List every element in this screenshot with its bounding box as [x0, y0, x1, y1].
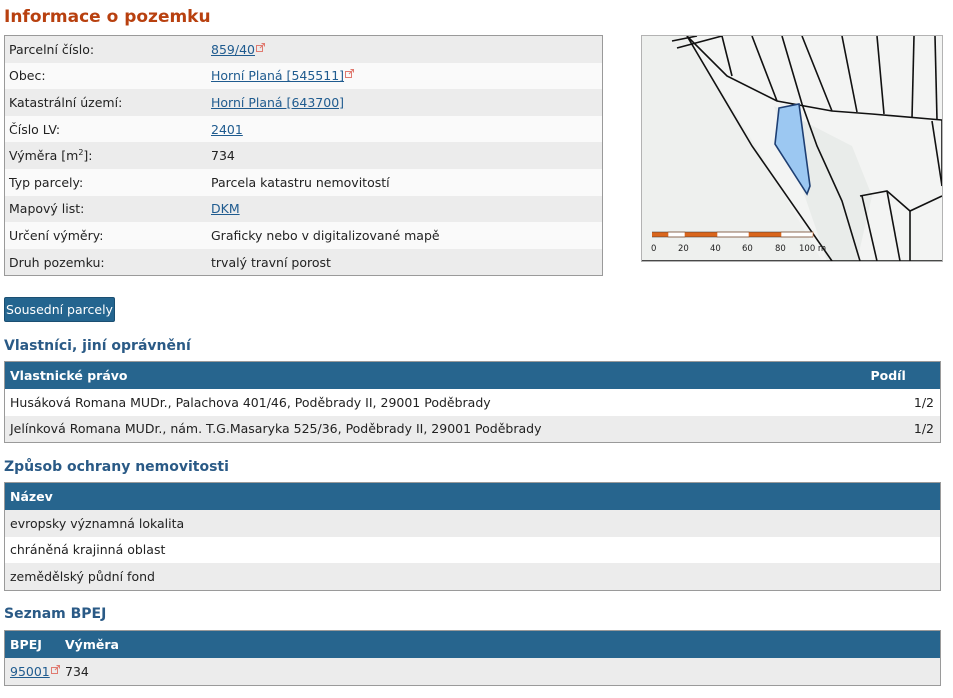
info-label: Mapový list:: [4, 195, 207, 223]
column-header-name: Název: [4, 482, 941, 510]
column-header-share: Podíl: [865, 361, 941, 389]
parcel-map[interactable]: 0 20 40 60 80 100 m: [641, 35, 943, 262]
column-header-owner: Vlastnické právo: [4, 361, 866, 389]
table-header-row: Vlastnické právo Podíl: [4, 361, 941, 389]
selected-parcel[interactable]: [774, 103, 811, 196]
info-label: Výměra [m2]:: [4, 142, 207, 169]
map-sheet-link[interactable]: DKM: [211, 201, 240, 216]
external-link-icon: [255, 42, 265, 52]
owner-share: 1/2: [865, 415, 941, 443]
info-value: DKM: [207, 195, 603, 223]
scale-label: 80: [775, 244, 786, 254]
info-label: Druh pozemku:: [4, 248, 207, 276]
protection-table: Název evropsky významná lokalita chráněn…: [4, 482, 941, 591]
bpej-code: 95001: [4, 658, 60, 685]
table-row: evropsky významná lokalita: [4, 510, 941, 537]
protection-name: chráněná krajinná oblast: [4, 536, 941, 563]
info-value: Parcela katastru nemovitostí: [207, 168, 603, 196]
parcel-map-drawing: 0 20 40 60 80 100 m: [642, 36, 942, 261]
info-row-map-sheet: Mapový list: DKM: [4, 195, 603, 223]
owner-name: Husáková Romana MUDr., Palachova 401/46,…: [4, 389, 866, 416]
info-label: Parcelní číslo:: [4, 35, 207, 63]
protection-name: zemědělský půdní fond: [4, 563, 941, 590]
owners-section-title: Vlastníci, jiní oprávnění: [4, 338, 191, 354]
info-label: Obec:: [4, 62, 207, 90]
cadastral-area-link[interactable]: Horní Planá [643700]: [211, 95, 344, 110]
info-label: Typ parcely:: [4, 168, 207, 196]
info-label: Číslo LV:: [4, 115, 207, 143]
page-title: Informace o pozemku: [4, 7, 211, 27]
info-row-parcel-type: Typ parcely: Parcela katastru nemovitost…: [4, 168, 603, 196]
table-row: zemědělský půdní fond: [4, 563, 941, 590]
info-value: 734: [207, 142, 603, 169]
table-header-row: Název: [4, 482, 941, 510]
info-value: Horní Planá [545511]: [207, 62, 603, 90]
map-scale-bar: [652, 231, 814, 238]
info-value: 2401: [207, 115, 603, 143]
external-link-icon: [50, 664, 60, 674]
scale-label: 100 m: [799, 244, 826, 254]
protection-section-title: Způsob ochrany nemovitosti: [4, 459, 229, 475]
info-value: Graficky nebo v digitalizované mapě: [207, 222, 603, 249]
scale-label: 0: [651, 244, 656, 254]
info-row-area-determination: Určení výměry: Graficky nebo v digitaliz…: [4, 222, 603, 249]
scale-label: 20: [678, 244, 689, 254]
info-row-lv-number: Číslo LV: 2401: [4, 115, 603, 143]
owners-table: Vlastnické právo Podíl Husáková Romana M…: [4, 361, 941, 443]
info-value: trvalý travní porost: [207, 248, 603, 276]
municipality-link[interactable]: Horní Planá [545511]: [211, 68, 344, 83]
info-row-municipality: Obec: Horní Planá [545511]: [4, 62, 603, 90]
column-header-bpej: BPEJ: [4, 630, 60, 658]
table-row: Husáková Romana MUDr., Palachova 401/46,…: [4, 389, 941, 416]
info-label: Určení výměry:: [4, 222, 207, 249]
external-link-icon: [345, 69, 355, 79]
info-value: 859/40: [207, 35, 603, 63]
owner-share: 1/2: [865, 389, 941, 416]
table-row: chráněná krajinná oblast: [4, 536, 941, 563]
area-label-text: Výměra [m: [9, 148, 79, 164]
info-value: Horní Planá [643700]: [207, 89, 603, 116]
parcel-number-link[interactable]: 859/40: [211, 42, 255, 57]
lv-number-link[interactable]: 2401: [211, 122, 243, 137]
table-header-row: BPEJ Výměra: [4, 630, 941, 658]
protection-name: evropsky významná lokalita: [4, 510, 941, 537]
parcel-info-table: Parcelní číslo: 859/40 Obec: Horní Planá…: [4, 35, 603, 277]
scale-label: 60: [742, 244, 753, 254]
neighbor-parcels-button[interactable]: Sousední parcely: [4, 297, 115, 322]
bpej-table: BPEJ Výměra 95001 734: [4, 630, 941, 686]
bpej-code-link[interactable]: 95001: [10, 664, 50, 679]
bpej-section-title: Seznam BPEJ: [4, 606, 107, 622]
info-label: Katastrální území:: [4, 89, 207, 116]
column-header-area: Výměra: [60, 630, 941, 658]
info-row-cadastral-area: Katastrální území: Horní Planá [643700]: [4, 89, 603, 116]
info-row-area: Výměra [m2]: 734: [4, 142, 603, 169]
table-row: 95001 734: [4, 658, 941, 685]
scale-label: 40: [710, 244, 721, 254]
table-row: Jelínková Romana MUDr., nám. T.G.Masaryk…: [4, 415, 941, 443]
owner-name: Jelínková Romana MUDr., nám. T.G.Masaryk…: [4, 415, 866, 443]
info-row-parcel-number: Parcelní číslo: 859/40: [4, 35, 603, 63]
info-row-land-type: Druh pozemku: trvalý travní porost: [4, 248, 603, 276]
bpej-area: 734: [60, 658, 941, 685]
area-label-end: ]:: [83, 148, 93, 164]
